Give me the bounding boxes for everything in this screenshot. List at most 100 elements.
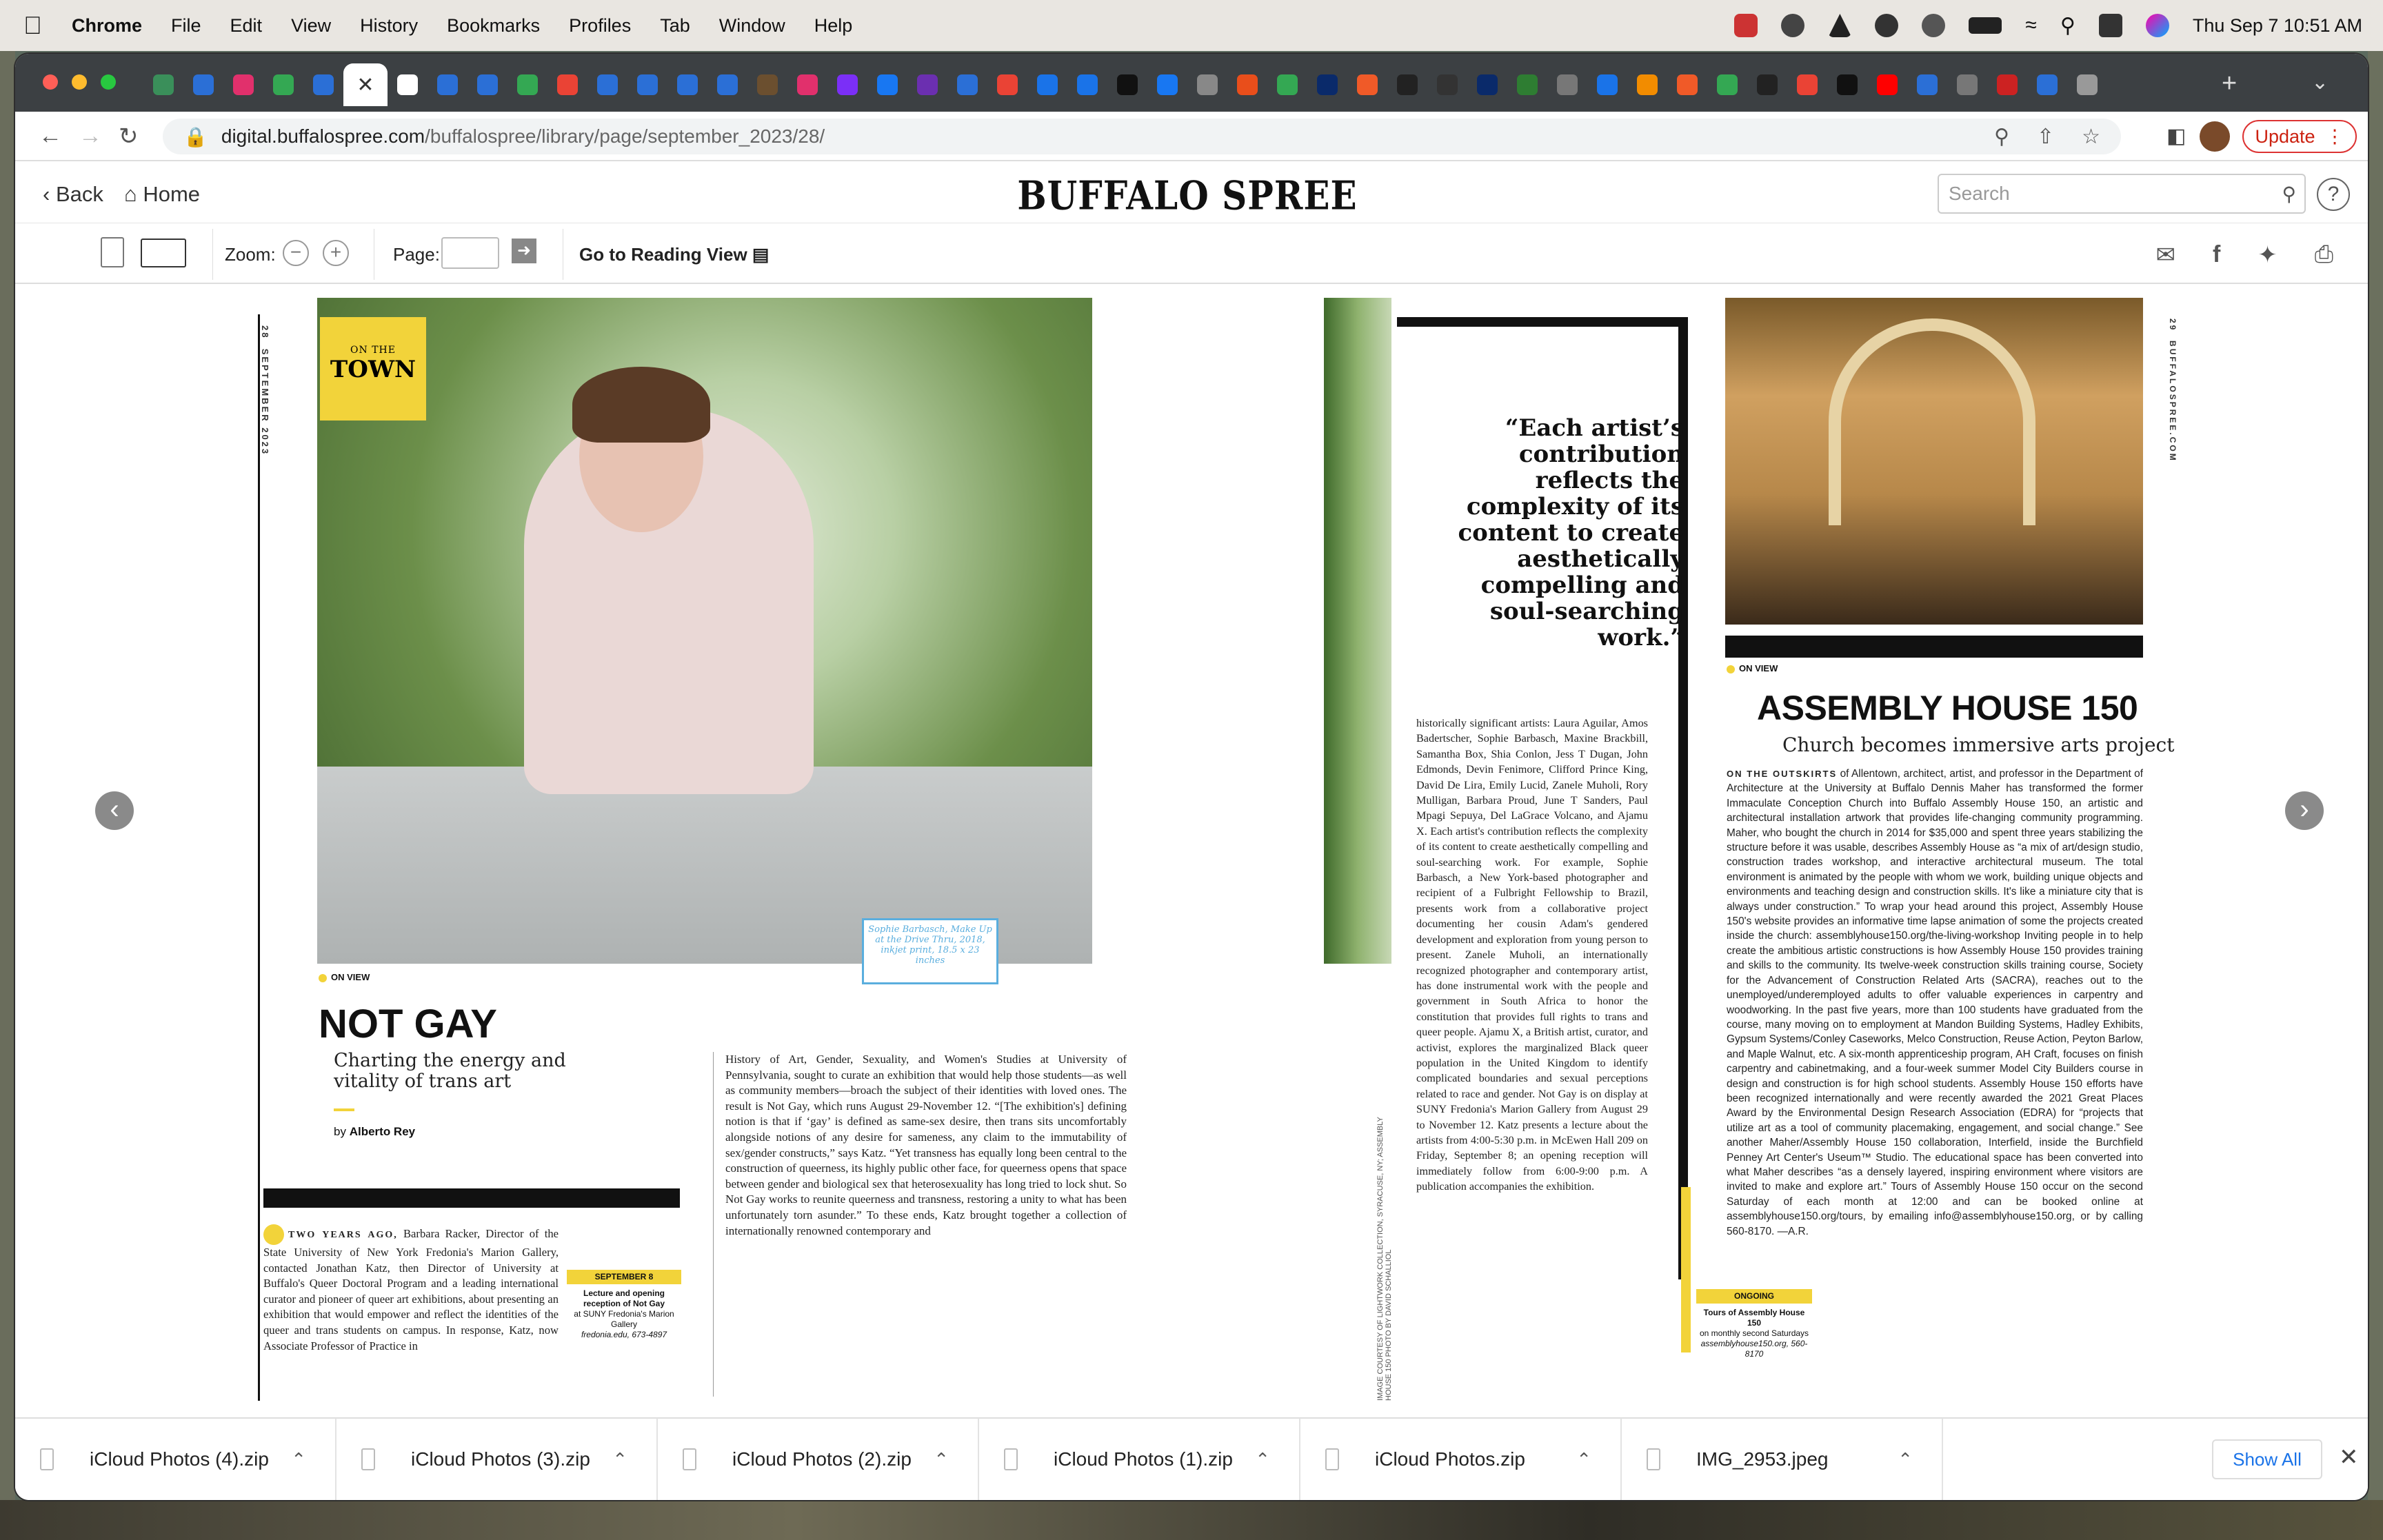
browser-tab[interactable] [1467,63,1507,106]
browser-tab[interactable] [1827,63,1867,106]
forward-arrow-icon[interactable]: → [79,123,102,150]
download-item[interactable]: iCloud Photos (1).zip ⌃ [979,1418,1300,1500]
page-number-input[interactable] [441,237,499,269]
address-bar[interactable]: 🔒 digital.buffalospree.com/buffalospree/… [163,119,2121,154]
browser-tab[interactable] [747,63,787,106]
browser-tab[interactable] [1867,63,1907,106]
browser-tab[interactable] [1267,63,1307,106]
reading-view-link[interactable]: Go to Reading View ▤ [579,244,769,265]
apple-menu-icon[interactable]:  [23,11,51,40]
close-downloads-icon[interactable]: ✕ [2339,1443,2359,1471]
browser-tab[interactable] [787,63,827,106]
browser-tab[interactable] [2027,63,2067,106]
double-page-view-icon[interactable] [141,239,186,267]
chevron-up-icon[interactable]: ⌃ [934,1449,949,1470]
browser-tab[interactable] [707,63,747,106]
left-page[interactable]: 28 SEPTEMBER 2023 ON THE TOWN Sophie Bar… [258,298,1132,1401]
chevron-up-icon[interactable]: ⌃ [1898,1449,1913,1470]
reload-icon[interactable]: ↻ [119,123,139,150]
menubar-item-history[interactable]: History [360,15,418,37]
browser-tab[interactable] [263,63,303,106]
chevron-up-icon[interactable]: ⌃ [1255,1449,1270,1470]
menubar-item-file[interactable]: File [171,15,201,37]
notification-app-icon[interactable] [1734,14,1758,37]
download-item[interactable]: IMG_2953.jpeg ⌃ [1622,1418,1943,1500]
play-icon[interactable] [1875,14,1899,37]
browser-tab[interactable] [1627,63,1667,106]
chevron-up-icon[interactable]: ⌃ [291,1449,306,1470]
chevron-up-icon[interactable]: ⌃ [612,1449,627,1470]
download-item[interactable]: iCloud Photos (2).zip ⌃ [658,1418,979,1500]
menubar-item-edit[interactable]: Edit [230,15,263,37]
wifi-icon[interactable]: ≈ [2025,14,2036,37]
home-link[interactable]: ⌂ Home [124,182,200,207]
bookmark-star-icon[interactable]: ☆ [2082,125,2100,149]
next-page-arrow-icon[interactable]: › [2285,791,2324,830]
download-item[interactable]: iCloud Photos (4).zip ⌃ [15,1418,336,1500]
share-icon[interactable]: ⇧ [2037,125,2054,149]
browser-tab[interactable] [947,63,987,106]
browser-tab[interactable] [1587,63,1627,106]
browser-tab[interactable] [987,63,1027,106]
new-tab-icon[interactable]: + [2222,69,2237,99]
facebook-icon[interactable]: f [2213,241,2220,269]
browser-tab[interactable] [1747,63,1787,106]
twitter-icon[interactable]: ✦ [2258,241,2278,269]
email-icon[interactable]: ✉ [2155,241,2175,269]
vpn-triangle-icon[interactable] [1828,14,1852,37]
menubar-item-tab[interactable]: Tab [660,15,690,37]
menubar-item-view[interactable]: View [291,15,331,37]
browser-tab[interactable] [867,63,907,106]
browser-tab[interactable] [827,63,867,106]
browser-tab[interactable] [1347,63,1387,106]
browser-tab[interactable] [388,63,428,106]
close-tab-icon[interactable]: ✕ [356,73,374,97]
active-tab[interactable]: ✕ [343,63,388,106]
right-page[interactable]: “Each artist’s contribution reflects the… [1324,298,2215,1401]
browser-tab[interactable] [1667,63,1707,106]
search-icon[interactable]: ⚲ [2282,183,2296,205]
browser-tab[interactable] [1387,63,1427,106]
menubar-app-name[interactable]: Chrome [72,15,142,37]
browser-tab[interactable] [547,63,587,106]
browser-tab[interactable] [183,63,223,106]
time-machine-icon[interactable] [1922,14,1946,37]
browser-tab[interactable] [1147,63,1187,106]
browser-tab[interactable] [1907,63,1947,106]
cloud-sync-icon[interactable] [1781,14,1805,37]
menubar-item-bookmarks[interactable]: Bookmarks [447,15,540,37]
search-input[interactable]: Search ⚲ [1938,174,2306,214]
back-link[interactable]: ‹ Back [43,182,103,207]
browser-tab[interactable] [1307,63,1347,106]
download-item[interactable]: iCloud Photos.zip ⌃ [1300,1418,1622,1500]
previous-page-arrow-icon[interactable]: ‹ [95,791,134,830]
control-center-icon[interactable] [2098,14,2122,37]
minimize-window-button[interactable] [72,74,87,90]
browser-tab[interactable] [627,63,667,106]
browser-tab[interactable] [1947,63,1987,106]
download-item[interactable]: iCloud Photos (3).zip ⌃ [336,1418,658,1500]
browser-tab[interactable] [587,63,627,106]
zoom-in-button[interactable]: + [323,240,349,266]
browser-tab[interactable] [1027,63,1067,106]
browser-tab[interactable] [1427,63,1467,106]
browser-tab[interactable] [428,63,467,106]
chevron-up-icon[interactable]: ⌃ [1576,1449,1591,1470]
back-arrow-icon[interactable]: ← [39,123,62,150]
browser-tab[interactable] [907,63,947,106]
profile-avatar[interactable] [2200,121,2230,152]
browser-tab[interactable] [223,63,263,106]
browser-tab[interactable] [1107,63,1147,106]
browser-tab[interactable] [1507,63,1547,106]
browser-tab[interactable] [303,63,343,106]
show-all-button[interactable]: Show All [2212,1439,2322,1479]
help-icon[interactable]: ? [2317,178,2350,211]
menubar-item-profiles[interactable]: Profiles [569,15,631,37]
browser-tab[interactable] [1067,63,1107,106]
update-button[interactable]: Update ⋮ [2242,120,2357,153]
single-page-view-icon[interactable] [101,237,124,267]
browser-tab[interactable] [1187,63,1227,106]
browser-tab[interactable] [2067,63,2107,106]
browser-tab[interactable] [1987,63,2027,106]
siri-icon[interactable] [2145,14,2169,37]
